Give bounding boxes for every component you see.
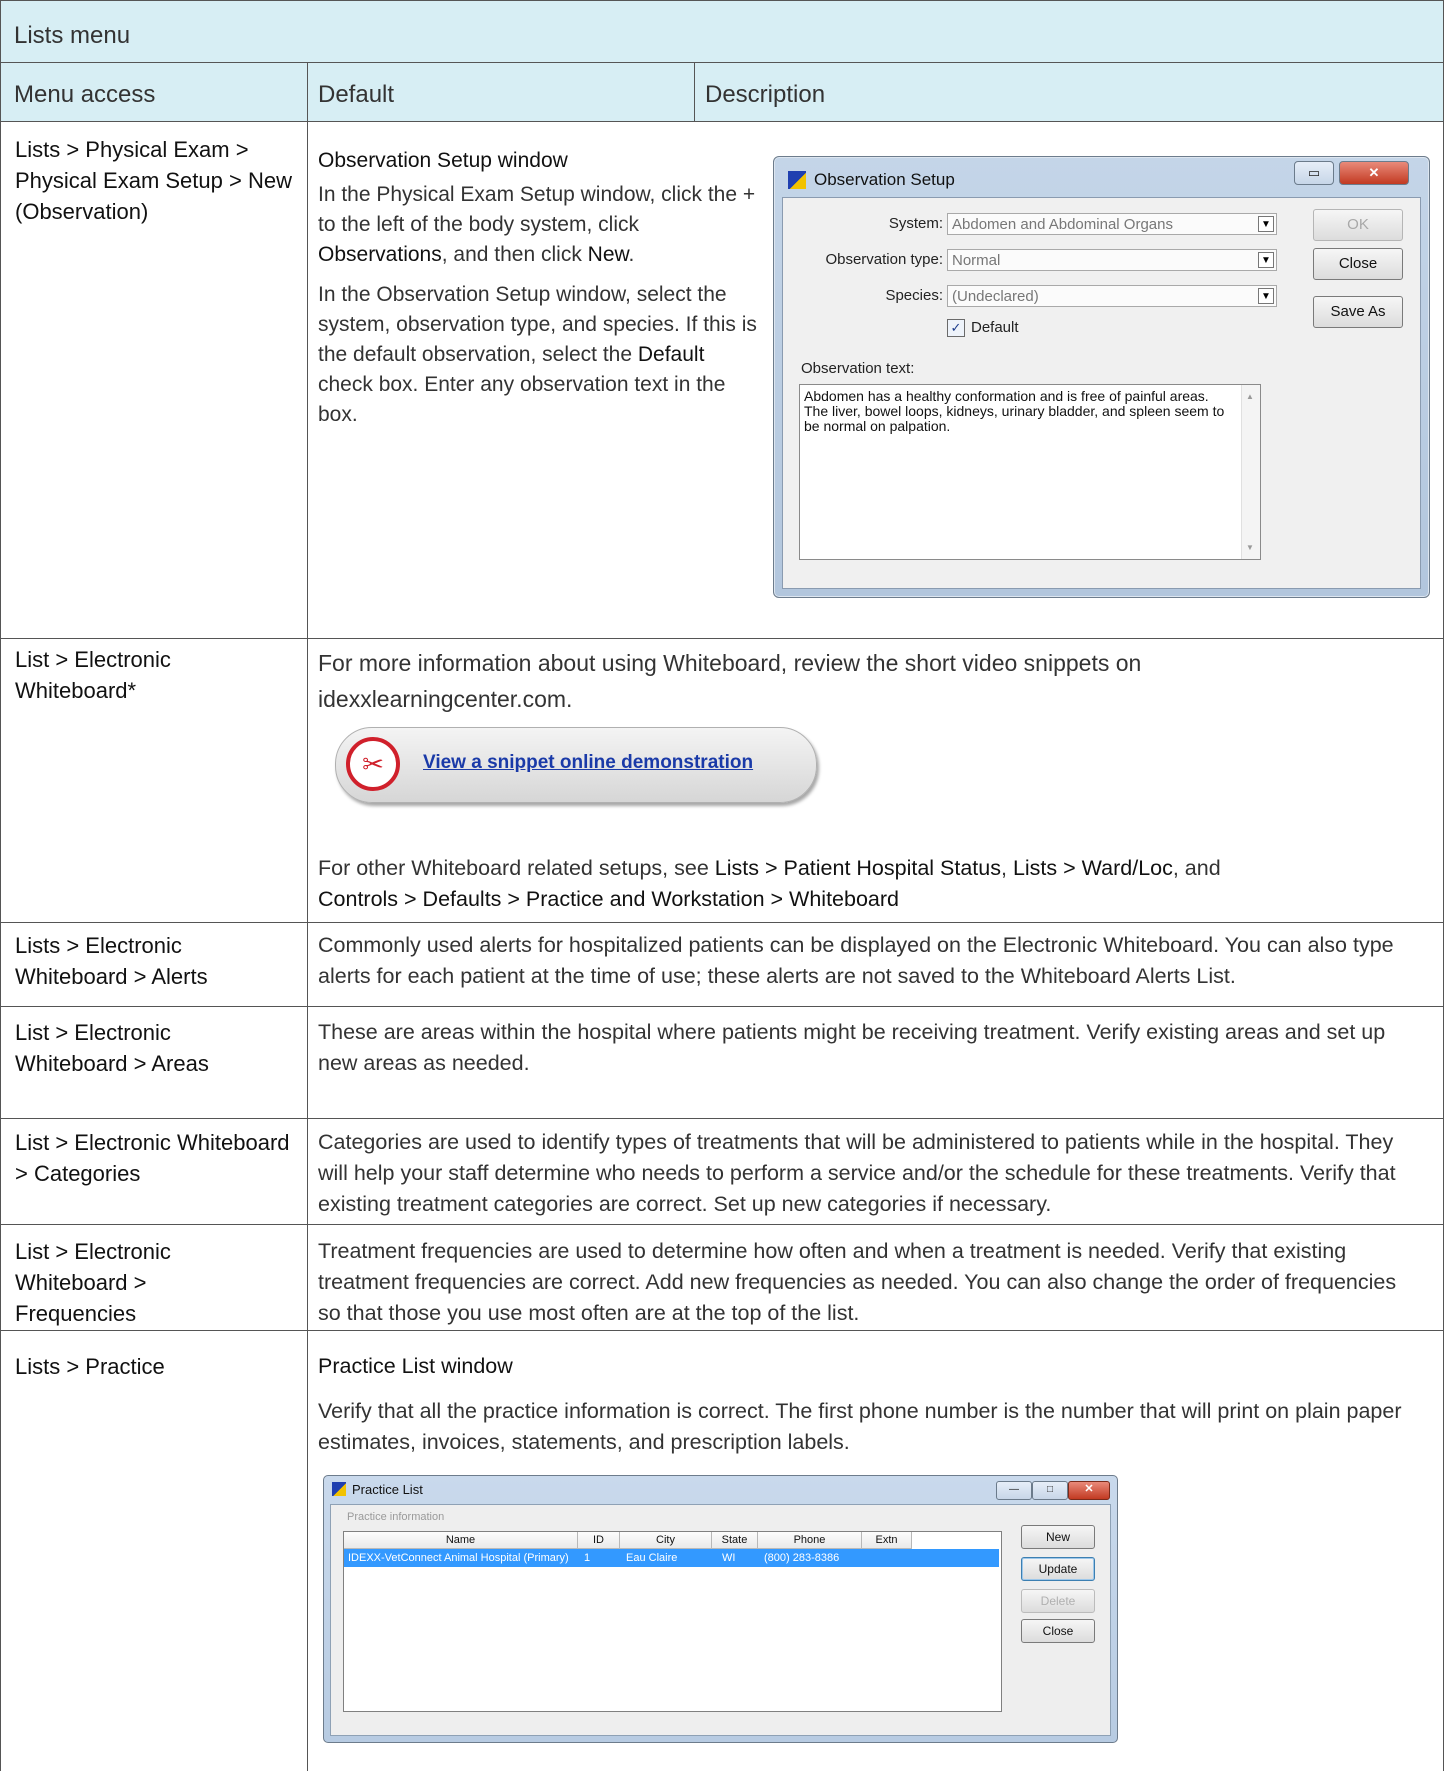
menu-access-frequencies: List > Electronic Whiteboard > Frequenci… <box>15 1239 171 1326</box>
grid-line <box>0 0 1 1771</box>
grid-line <box>0 121 1444 122</box>
cell-name: IDEXX-VetConnect Animal Hospital (Primar… <box>348 1552 569 1564</box>
practice-heading: Practice List window <box>318 1354 513 1378</box>
areas-description: These are areas within the hospital wher… <box>318 1020 1386 1075</box>
grid-line <box>694 62 695 122</box>
practice-description: Verify that all the practice information… <box>318 1399 1402 1454</box>
observation-type-combo[interactable]: Normal ▼ <box>947 249 1277 271</box>
save-as-button[interactable]: Save As <box>1313 296 1403 328</box>
grid-line <box>0 1118 1444 1119</box>
cell-city: Eau Claire <box>626 1552 678 1564</box>
header-default: Default <box>318 81 395 108</box>
whiteboard-other-setups: For other Whiteboard related setups, see… <box>318 856 1221 911</box>
column-header[interactable]: Extn <box>862 1532 912 1549</box>
observation-paragraph-1: In the Physical Exam Setup window, click… <box>318 183 756 266</box>
close-icon[interactable]: ✕ <box>1339 161 1409 185</box>
ok-button[interactable]: OK <box>1313 209 1403 241</box>
whiteboard-info: For more information about using Whitebo… <box>318 650 1142 712</box>
grid-line <box>0 0 1444 1</box>
column-header[interactable]: State <box>712 1532 758 1549</box>
header-description: Description <box>705 81 826 108</box>
menu-access-categories: List > Electronic Whiteboard > Categorie… <box>15 1130 290 1186</box>
grid-line <box>0 922 1444 923</box>
menu-access-practice: Lists > Practice <box>15 1354 165 1379</box>
observation-type-label: Observation type: <box>825 251 943 268</box>
chevron-down-icon[interactable]: ▼ <box>1258 288 1274 304</box>
group-label: Practice information <box>347 1511 445 1523</box>
app-icon <box>332 1482 346 1496</box>
header-menu-access: Menu access <box>14 81 156 108</box>
practice-grid[interactable]: Name ID City State Phone Extn IDEXX-VetC… <box>343 1531 1002 1712</box>
column-header[interactable]: ID <box>578 1532 620 1549</box>
menu-access-alerts: Lists > Electronic Whiteboard > Alerts <box>15 933 208 989</box>
system-combo[interactable]: Abdomen and Abdominal Organs ▼ <box>947 213 1277 235</box>
menu-access-whiteboard: List > Electronic Whiteboard* <box>15 647 171 703</box>
cell-state: WI <box>722 1552 736 1564</box>
close-icon[interactable]: ✕ <box>1068 1481 1110 1500</box>
default-checkbox-label: Default <box>971 319 1019 336</box>
scissors-icon: ✂ <box>346 737 400 791</box>
observation-setup-window: Observation Setup ▭ ✕ System: Abdomen an… <box>773 156 1430 598</box>
grid-line <box>0 1224 1444 1225</box>
table-title-bar <box>0 0 1444 62</box>
minimize-icon[interactable]: — <box>996 1481 1032 1500</box>
scrollbar[interactable]: ▲ ▼ <box>1241 385 1260 559</box>
maximize-icon[interactable]: □ <box>1032 1481 1068 1500</box>
observation-paragraph-2: In the Observation Setup window, select … <box>318 283 757 426</box>
delete-button[interactable]: Delete <box>1021 1589 1095 1613</box>
menu-access-observation: Lists > Physical Exam > Physical Exam Se… <box>15 137 292 224</box>
species-combo[interactable]: (Undeclared) ▼ <box>947 285 1277 307</box>
system-label: System: <box>888 215 943 232</box>
window-title: Practice List <box>352 1482 423 1497</box>
observation-text-area[interactable]: Abdomen has a healthy conformation and i… <box>799 384 1261 560</box>
grid-line <box>0 62 1444 63</box>
cell-phone: (800) 283-8386 <box>764 1552 840 1564</box>
new-button[interactable]: New <box>1021 1525 1095 1549</box>
observation-heading: Observation Setup window <box>318 149 568 172</box>
app-icon <box>788 171 806 189</box>
grid-line <box>0 1006 1444 1007</box>
restore-icon[interactable]: ▭ <box>1294 161 1334 185</box>
practice-list-window: Practice List — □ ✕ Practice information… <box>323 1475 1118 1743</box>
snippet-demo-link[interactable]: View a snippet online demonstration <box>423 752 753 774</box>
grid-line <box>0 638 1444 639</box>
alerts-description: Commonly used alerts for hospitalized pa… <box>318 933 1394 988</box>
frequencies-description: Treatment frequencies are used to determ… <box>318 1239 1397 1325</box>
table-title: Lists menu <box>14 22 131 49</box>
species-label: Species: <box>885 287 943 304</box>
update-button[interactable]: Update <box>1021 1557 1095 1581</box>
column-header[interactable]: Phone <box>758 1532 862 1549</box>
window-title: Observation Setup <box>814 170 955 189</box>
window-body: Practice information Name ID City State … <box>330 1504 1111 1736</box>
grid-line <box>307 62 308 1771</box>
column-header[interactable]: City <box>620 1532 712 1549</box>
snippet-demo-button[interactable]: ✂ View a snippet online demonstration <box>335 727 817 803</box>
column-header[interactable]: Name <box>344 1532 578 1549</box>
cell-id: 1 <box>584 1552 591 1564</box>
categories-description: Categories are used to identify types of… <box>318 1130 1396 1216</box>
table-row[interactable]: IDEXX-VetConnect Animal Hospital (Primar… <box>344 1549 999 1567</box>
default-checkbox[interactable]: ✓ <box>947 319 965 337</box>
menu-access-areas: List > Electronic Whiteboard > Areas <box>15 1020 209 1076</box>
grid-line <box>0 1330 1444 1331</box>
close-button[interactable]: Close <box>1021 1619 1095 1643</box>
chevron-down-icon[interactable]: ▼ <box>1258 252 1274 268</box>
window-body: System: Abdomen and Abdominal Organs ▼ O… <box>782 197 1421 589</box>
chevron-down-icon[interactable]: ▼ <box>1258 216 1274 232</box>
close-button[interactable]: Close <box>1313 248 1403 280</box>
observation-text-label: Observation text: <box>801 360 915 377</box>
